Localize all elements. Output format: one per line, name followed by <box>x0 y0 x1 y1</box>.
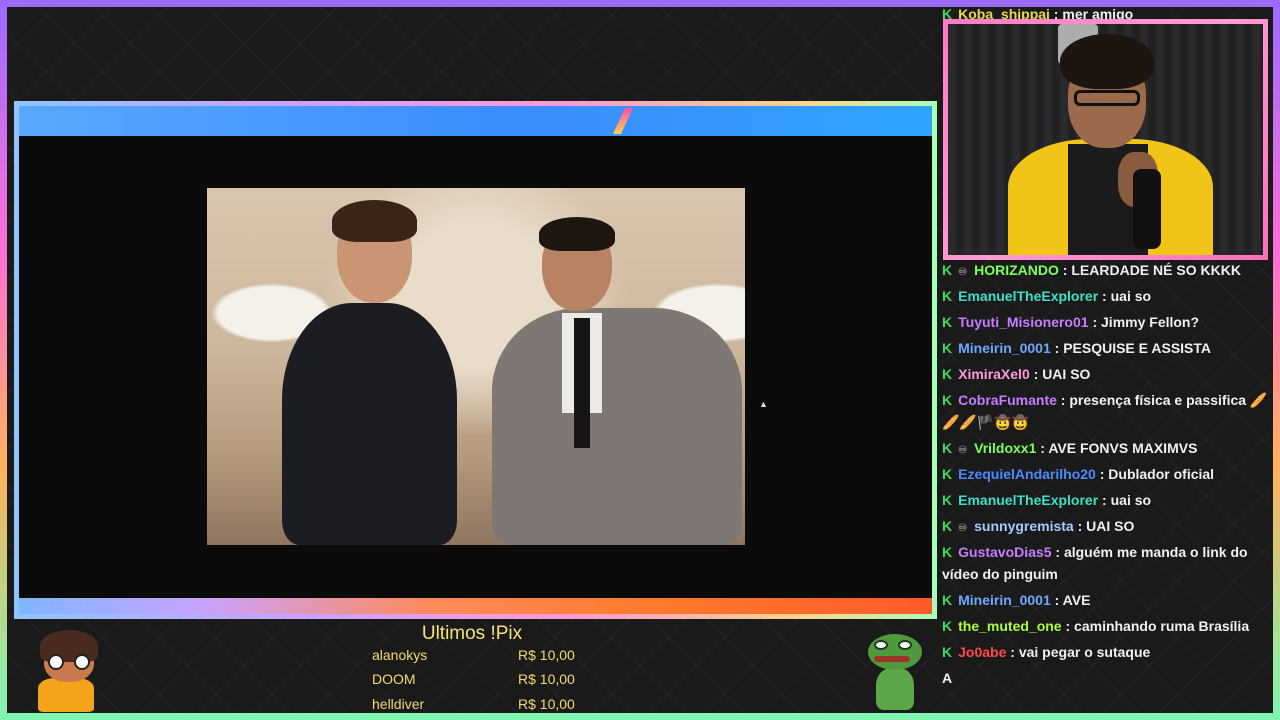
chat-text-continuation: 🥖🥖🏴🤠🤠 <box>942 414 1030 430</box>
chat-username[interactable]: CobraFumante <box>958 392 1057 408</box>
person-left <box>252 198 462 545</box>
chat-text: AVE FONVS MAXIMVS <box>1048 440 1198 456</box>
pix-entry-name: helldiver <box>372 696 425 712</box>
kick-badge-icon: K <box>942 314 953 330</box>
chat-username[interactable]: GustavoDias5 <box>958 544 1051 560</box>
kick-badge-icon: K <box>942 618 953 634</box>
sub-badge-icon: ♾ <box>958 267 968 278</box>
pepe-frog-icon <box>866 630 924 710</box>
chat-text: PESQUISE E ASSISTA <box>1063 340 1212 356</box>
chat-message: K GustavoDias5 : alguém me manda o link d… <box>942 544 1248 582</box>
chat-text: presença física e passifica 🥖 <box>1069 392 1268 408</box>
kick-badge-icon: K <box>942 340 953 356</box>
chat-username[interactable]: EzequielAndarilho20 <box>958 466 1096 482</box>
chat-message: K Tuyuti_Misionero01 : Jimmy Fellon? <box>942 314 1200 330</box>
pix-entry: DOOM R$ 10,00 <box>372 671 582 693</box>
chat-message: K ♾ sunnygremista : UAI SO <box>942 515 1270 540</box>
chat-username[interactable]: HORIZANDO <box>974 262 1059 278</box>
chat-message: K Mineirin_0001 : PESQUISE E ASSISTA <box>942 340 1212 356</box>
chat-text-continuation: vídeo do pinguim <box>942 566 1058 582</box>
main-video-frame: ▲ <box>14 101 937 619</box>
chat-username[interactable]: Mineirin_0001 <box>958 340 1051 356</box>
chat-message: K ♾ HORIZANDO : LEARDADE NÉ SO KKKK <box>942 259 1270 284</box>
video-photo <box>207 188 745 545</box>
chat-username[interactable]: sunnygremista <box>974 518 1074 534</box>
microphone-icon <box>1133 169 1161 249</box>
webcam-frame <box>943 19 1268 260</box>
sub-badge-icon: ♾ <box>958 445 968 456</box>
chat-message: K Jo0abe : vai pegar o sutaque <box>942 644 1151 660</box>
chat-message: K XimiraXel0 : UAI SO <box>942 366 1091 382</box>
kick-badge-icon: K <box>942 466 953 482</box>
pix-entry-name: DOOM <box>372 671 416 687</box>
chat-message: K ♾ Vrildoxx1 : AVE FONVS MAXIMVS <box>942 437 1270 462</box>
pix-entry-amount: R$ 10,00 <box>518 696 575 712</box>
kick-badge-icon: K <box>942 492 953 508</box>
sub-badge-icon: ♾ <box>958 523 968 534</box>
pix-title: Ultimos !Pix <box>421 623 523 644</box>
kick-badge-icon: K <box>942 288 953 304</box>
chat-text: Dublador oficial <box>1108 466 1215 482</box>
mouse-cursor-icon: ▲ <box>759 399 768 409</box>
chat-message: K EmanuelTheExplorer : uai so <box>942 492 1152 508</box>
webcam-feed <box>948 24 1263 255</box>
chat-message-partial: A <box>942 667 1270 689</box>
chat-text: vai pegar o sutaque <box>1018 644 1151 660</box>
pix-entry: alanokys R$ 10,00 <box>372 647 582 669</box>
chat-text: LEARDADE NÉ SO KKKK <box>1071 262 1241 278</box>
chat-message: K Mineirin_0001 : AVE <box>942 592 1091 608</box>
chat-text: uai so <box>1110 288 1152 304</box>
chat-text: UAI SO <box>1086 518 1135 534</box>
chat-username[interactable]: XimiraXel0 <box>958 366 1030 382</box>
chat-text: alguém me manda o link do <box>1063 544 1248 560</box>
person-right <box>477 213 747 545</box>
chat-username[interactable]: Jo0abe <box>958 644 1006 660</box>
video-top-bar <box>19 106 932 136</box>
chat-message: K CobraFumante : presença física e passif… <box>942 392 1268 430</box>
kick-badge-icon: K <box>942 262 953 278</box>
chat-username[interactable]: the_muted_one <box>958 618 1061 634</box>
pix-entry: helldiver R$ 10,00 <box>372 696 582 718</box>
chat-username[interactable]: Vrildoxx1 <box>974 440 1036 456</box>
kick-badge-icon: K <box>942 392 953 408</box>
kick-badge-icon: K <box>942 366 953 382</box>
pix-entry-amount: R$ 10,00 <box>518 647 575 663</box>
chat-text: uai so <box>1110 492 1152 508</box>
kick-badge-icon: K <box>942 644 953 660</box>
chat-text: caminhando ruma Brasília <box>1074 618 1250 634</box>
chat-username[interactable]: EmanuelTheExplorer <box>958 492 1098 508</box>
chat-message: K EmanuelTheExplorer : uai so <box>942 288 1152 304</box>
chat-text: A <box>942 670 953 686</box>
chat-text: AVE <box>1062 592 1091 608</box>
pix-entry-name: alanokys <box>372 647 428 663</box>
main-video[interactable]: ▲ <box>19 106 932 614</box>
pix-entry-amount: R$ 10,00 <box>518 671 575 687</box>
video-bottom-bar <box>19 598 932 614</box>
chat-username[interactable]: Tuyuti_Misionero01 <box>958 314 1088 330</box>
streamer-avatar-icon <box>30 630 102 712</box>
kick-badge-icon: K <box>942 518 953 534</box>
chat-username[interactable]: EmanuelTheExplorer <box>958 288 1098 304</box>
kick-badge-icon: K <box>942 592 953 608</box>
kick-badge-icon: K <box>942 544 953 560</box>
chat-message: K EzequielAndarilho20 : Dublador oficial <box>942 466 1215 482</box>
chat-username[interactable]: Mineirin_0001 <box>958 592 1051 608</box>
kick-badge-icon: K <box>942 440 953 456</box>
topbar-accent <box>612 108 634 134</box>
chat-text: UAI SO <box>1042 366 1091 382</box>
chat-message: Kthe_muted_one : caminhando ruma Brasíli… <box>942 618 1250 634</box>
chat-text: Jimmy Fellon? <box>1101 314 1200 330</box>
